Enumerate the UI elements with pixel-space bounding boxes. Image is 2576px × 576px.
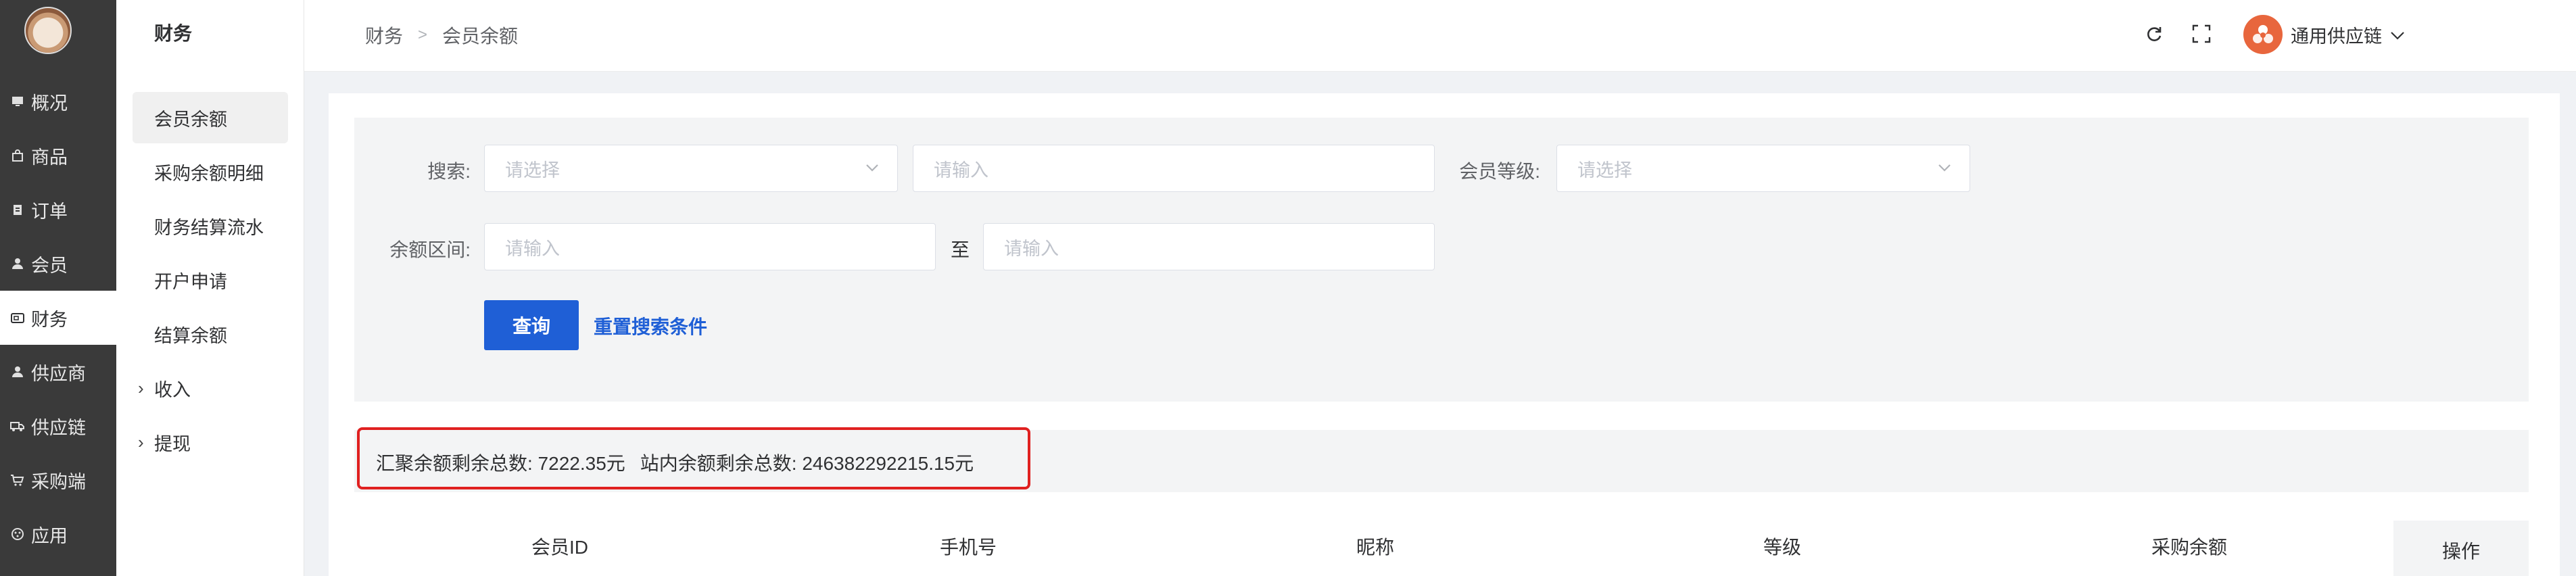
submenu-item-label: 会员余额: [154, 109, 227, 130]
nav-item-label: 供应商: [31, 363, 86, 384]
chevron-right-icon: ›: [138, 431, 144, 452]
column-header-member-id: 会员ID: [531, 537, 589, 558]
org-logo-icon: [2243, 15, 2283, 54]
balance-range-min-placeholder: 请输入: [505, 238, 560, 259]
balance-range-max-input[interactable]: 请输入: [983, 223, 1435, 270]
submenu-title: 财务: [154, 23, 193, 44]
column-header-nickname: 昵称: [1356, 537, 1395, 558]
search-label: 搜索:: [427, 161, 471, 182]
member-level-select[interactable]: 请选择: [1556, 145, 1970, 192]
truck-icon: [4, 419, 31, 433]
submenu-item-label: 采购余额明细: [154, 163, 264, 184]
search-input-placeholder: 请输入: [934, 160, 988, 181]
breadcrumb: 财务 > 会员余额: [365, 22, 518, 49]
column-header-phone: 手机号: [940, 537, 997, 558]
nav-item-apps[interactable]: 应用: [0, 507, 116, 561]
submenu-item-account-application[interactable]: 开户申请: [133, 254, 288, 306]
monitor-icon: [4, 95, 31, 108]
search-input[interactable]: 请输入: [913, 145, 1435, 192]
cart-icon: [4, 473, 31, 487]
submenu-item-label: 结算余额: [154, 325, 227, 346]
balance-range-max-placeholder: 请输入: [1004, 238, 1059, 259]
column-header-purchase-balance: 采购余额: [2151, 537, 2228, 558]
reset-search-link[interactable]: 重置搜索条件: [594, 312, 707, 339]
search-field-select[interactable]: 请选择: [484, 145, 898, 192]
submenu-item-settlement-balance[interactable]: 结算余额: [133, 308, 288, 360]
nav-item-label: 财务: [31, 309, 68, 330]
nav-item-purchase[interactable]: 采购端: [0, 453, 116, 507]
submenu-group-withdraw[interactable]: › 提现: [133, 416, 288, 468]
top-header: 财务 > 会员余额 通用供应链: [304, 0, 2576, 72]
submenu-item-settlement-flow[interactable]: 财务结算流水: [133, 200, 288, 251]
nav-item-label: 订单: [31, 201, 68, 222]
nav-item-products[interactable]: 商品: [0, 128, 116, 183]
nav-item-label: 应用: [31, 525, 68, 546]
submenu-item-label: 收入: [154, 379, 191, 400]
submenu-item-member-balance[interactable]: 会员余额: [133, 92, 288, 143]
main-nav: 概况 商品 订单 会员 财务 供应商 供应链 采购端 应用: [0, 0, 116, 576]
nav-item-finance[interactable]: 财务: [0, 291, 116, 345]
balance-range-min-input[interactable]: 请输入: [484, 223, 936, 270]
chevron-down-icon: [2390, 24, 2405, 45]
balance-summary: 汇聚余额剩余总数: 7222.35元 站内余额剩余总数: 246382292215…: [376, 449, 974, 476]
breadcrumb-item[interactable]: 财务: [365, 22, 403, 49]
nav-item-members[interactable]: 会员: [0, 237, 116, 291]
nav-item-label: 商品: [31, 147, 68, 168]
org-switcher[interactable]: 通用供应链: [2243, 15, 2405, 54]
clipboard-icon: [4, 203, 31, 216]
query-button[interactable]: 查询: [484, 300, 579, 350]
submenu-item-label: 提现: [154, 433, 191, 454]
member-level-placeholder: 请选择: [1577, 160, 1632, 181]
wallet-icon: [4, 311, 31, 325]
nav-item-label: 概况: [31, 93, 68, 114]
fullscreen-icon[interactable]: [2191, 23, 2212, 45]
balance-range-label: 余额区间:: [389, 239, 471, 260]
nav-item-label: 采购端: [31, 471, 86, 492]
breadcrumb-item-current: 会员余额: [442, 26, 519, 47]
nav-item-label: 会员: [31, 255, 68, 276]
huiju-balance-total: 汇聚余额剩余总数: 7222.35元: [376, 453, 625, 474]
chevron-down-icon: [863, 159, 881, 181]
breadcrumb-separator-icon: >: [418, 26, 428, 44]
submenu-item-label: 财务结算流水: [154, 217, 264, 238]
refresh-icon[interactable]: [2143, 23, 2165, 45]
nav-item-label: 供应链: [31, 417, 86, 438]
column-header-actions-label: 操作: [2441, 541, 2480, 562]
finance-submenu: 财务 会员余额 采购余额明细 财务结算流水 开户申请 结算余额 › 收入 › 提…: [116, 0, 304, 576]
submenu-group-income[interactable]: › 收入: [133, 362, 288, 414]
site-balance-total: 站内余额剩余总数: 246382292215.15元: [640, 453, 974, 474]
org-name: 通用供应链: [2291, 26, 2382, 47]
member-level-label: 会员等级:: [1459, 161, 1540, 182]
bag-icon: [4, 149, 31, 162]
chevron-right-icon: ›: [138, 377, 144, 398]
range-separator: 至: [950, 239, 970, 260]
nav-item-supply-chain[interactable]: 供应链: [0, 399, 116, 453]
submenu-item-purchase-balance-detail[interactable]: 采购余额明细: [133, 146, 288, 197]
avatar[interactable]: [24, 7, 72, 54]
column-header-level: 等级: [1763, 537, 1802, 558]
apps-icon: [4, 527, 31, 541]
user-icon: [4, 365, 31, 379]
nav-item-overview[interactable]: 概况: [0, 74, 116, 128]
nav-item-suppliers[interactable]: 供应商: [0, 345, 116, 399]
search-field-select-placeholder: 请选择: [505, 160, 560, 181]
user-icon: [4, 257, 31, 270]
chevron-down-icon: [1936, 159, 1953, 181]
column-header-actions: 操作: [2393, 521, 2529, 576]
submenu-item-label: 开户申请: [154, 271, 227, 292]
nav-item-orders[interactable]: 订单: [0, 183, 116, 237]
